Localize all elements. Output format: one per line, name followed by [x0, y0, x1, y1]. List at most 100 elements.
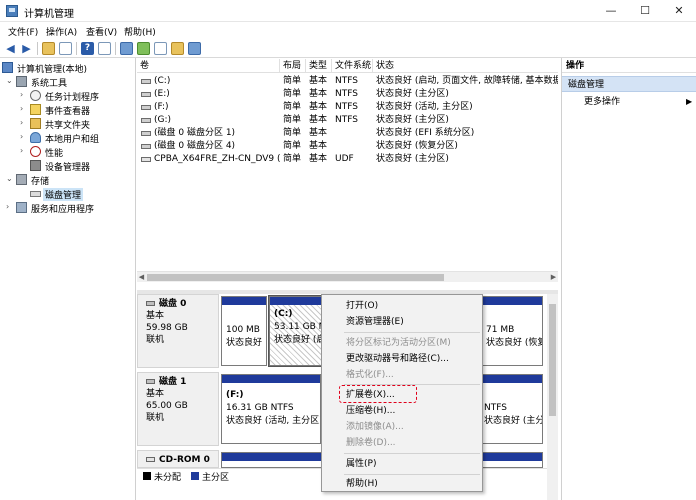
table-row[interactable]: (E:) 简单 基本 NTFS 状态良好 (主分区) [137, 88, 558, 101]
volume-icon [141, 79, 151, 84]
tree-item-root[interactable]: 计算机管理(本地) [2, 61, 136, 75]
expand-chevron-icon[interactable]: › [20, 146, 28, 155]
volume-fs: NTFS [335, 89, 358, 99]
volume-type: 基本 [309, 115, 328, 125]
close-button[interactable]: ✕ [662, 0, 696, 22]
volume-layout: 简单 [283, 141, 302, 151]
collapse-chevron-icon[interactable]: ⌄ [6, 174, 14, 183]
disk-1-label[interactable]: 磁盘 1 基本 65.00 GB 联机 [137, 372, 219, 446]
menu-item-add-mirror: 添加镜像(A)... [346, 422, 404, 432]
cd-rom-label[interactable]: CD-ROM 0 [137, 450, 219, 468]
connect-icon[interactable] [120, 42, 133, 55]
open-folder-icon[interactable] [171, 42, 184, 55]
tree-item-label: 本地用户和组 [45, 135, 100, 145]
column-layout[interactable]: 布局 [280, 59, 306, 73]
column-volume[interactable]: 卷 [137, 59, 280, 73]
volume-type: 基本 [309, 102, 328, 112]
show-tree-icon[interactable] [59, 42, 72, 55]
menu-item-help[interactable]: 帮助(H) [322, 476, 482, 492]
column-filesystem[interactable]: 文件系统 [332, 59, 373, 73]
minimize-button[interactable]: — [594, 0, 628, 22]
partition-size: 100 MB [226, 325, 260, 335]
title-bar: 计算机管理 — ☐ ✕ [0, 0, 696, 22]
expand-chevron-icon[interactable]: › [6, 202, 14, 211]
scroll-thumb[interactable] [549, 304, 556, 416]
scroll-left-icon[interactable]: ◀ [137, 272, 146, 283]
tree-item-device-manager[interactable]: 设备管理器 [20, 159, 136, 173]
properties-icon[interactable] [98, 42, 111, 55]
table-row[interactable]: (F:) 简单 基本 NTFS 状态良好 (活动, 主分区) [137, 101, 558, 114]
collapse-chevron-icon[interactable]: ⌄ [6, 76, 14, 85]
actions-header: 操作 [562, 59, 696, 73]
disk-size: 59.98 GB [146, 323, 188, 333]
expand-chevron-icon[interactable]: › [20, 118, 28, 127]
partition-status: 状态良好 (活动, 主分区) [226, 416, 321, 426]
submenu-arrow-icon[interactable]: ▶ [686, 95, 692, 109]
help-icon[interactable]: ? [81, 42, 94, 55]
tree-item-shared-folders[interactable]: › 共享文件夹 [20, 117, 136, 131]
column-status[interactable]: 状态 [373, 59, 558, 73]
back-arrow-icon[interactable]: ◀ [4, 42, 17, 55]
document-icon[interactable] [154, 42, 167, 55]
tree-item-label: 事件查看器 [45, 107, 91, 117]
primary-partition-bar [482, 297, 542, 305]
volume-type: 基本 [309, 154, 328, 164]
storage-icon [16, 174, 27, 185]
menu-action[interactable]: 操作(A) [46, 25, 77, 38]
unallocated-swatch [143, 472, 151, 480]
actions-section-disk-management[interactable]: 磁盘管理 [562, 76, 696, 92]
partition-size: 71 MB [486, 325, 515, 335]
scroll-thumb[interactable] [147, 274, 444, 281]
menu-item-change-letter[interactable]: 更改驱动器号和路径(C)... [322, 351, 482, 367]
partition-efi[interactable]: 100 MB 状态良好 [221, 296, 267, 366]
menu-item-shrink[interactable]: 压缩卷(H)... [322, 403, 482, 419]
menu-help[interactable]: 帮助(H) [124, 25, 156, 38]
expand-chevron-icon[interactable]: › [20, 104, 28, 113]
expand-chevron-icon[interactable]: › [20, 90, 28, 99]
up-folder-icon[interactable] [42, 42, 55, 55]
partition-label: (C:) [274, 309, 293, 319]
tree-item-task-scheduler[interactable]: › 任务计划程序 [20, 89, 136, 103]
more-actions-link[interactable]: 更多操作 [584, 95, 620, 109]
volume-fs: UDF [335, 154, 354, 164]
table-row[interactable]: (G:) 简单 基本 NTFS 状态良好 (主分区) [137, 114, 558, 127]
menu-item-format: 格式化(F)... [346, 370, 394, 380]
vertical-scrollbar[interactable] [547, 294, 558, 500]
horizontal-scrollbar[interactable]: ◀ ▶ [137, 271, 558, 282]
menu-item-explore[interactable]: 资源管理器(E) [322, 314, 482, 330]
partition-g[interactable]: NTFS 状态良好 (主分区) [479, 374, 543, 444]
tree-item-event-viewer[interactable]: › 事件查看器 [20, 103, 136, 117]
expand-chevron-icon[interactable]: › [20, 132, 28, 141]
volume-type: 基本 [309, 128, 328, 138]
scroll-right-icon[interactable]: ▶ [549, 272, 558, 283]
tree-item-storage[interactable]: ⌄ 存储 [6, 173, 136, 187]
menu-item-open[interactable]: 打开(O) [322, 298, 482, 314]
maximize-button[interactable]: ☐ [628, 0, 662, 22]
primary-partition-bar [480, 375, 542, 383]
partition-c[interactable]: (C:) 53.11 GB N 状态良好 (启 [268, 295, 324, 367]
disk-0-label[interactable]: 磁盘 0 基本 59.98 GB 联机 [137, 294, 219, 368]
tree-item-system-tools[interactable]: ⌄ 系统工具 [6, 75, 136, 89]
users-icon [30, 132, 41, 143]
table-row[interactable]: CPBA_X64FRE_ZH-CN_DV9 (D:) 简单 基本 UDF 状态良… [137, 153, 558, 166]
tree-item-performance[interactable]: › 性能 [20, 145, 136, 159]
tree-item-services-apps[interactable]: › 服务和应用程序 [6, 201, 136, 215]
menu-item-properties[interactable]: 属性(P) [322, 456, 482, 472]
menu-view[interactable]: 查看(V) [86, 25, 117, 38]
table-row[interactable]: (磁盘 0 磁盘分区 1) 简单 基本 状态良好 (EFI 系统分区) [137, 127, 558, 140]
volume-layout: 简单 [283, 128, 302, 138]
volume-name: (E:) [154, 89, 170, 99]
tree-item-disk-management[interactable]: 磁盘管理 [20, 187, 136, 201]
menu-file[interactable]: 文件(F) [8, 25, 38, 38]
forward-arrow-icon[interactable]: ▶ [20, 42, 33, 55]
check-icon[interactable] [137, 42, 150, 55]
column-type[interactable]: 类型 [306, 59, 332, 73]
tree-item-local-users[interactable]: › 本地用户和组 [20, 131, 136, 145]
partition-f[interactable]: (F:) 16.31 GB NTFS 状态良好 (活动, 主分区) [221, 374, 321, 444]
partition-recovery[interactable]: 71 MB 状态良好 (恢复 [481, 296, 543, 366]
disk-view-icon[interactable] [188, 42, 201, 55]
table-row[interactable]: (C:) 简单 基本 NTFS 状态良好 (启动, 页面文件, 故障转储, 基本… [137, 75, 558, 88]
disk-state: 联机 [146, 335, 165, 345]
table-row[interactable]: (磁盘 0 磁盘分区 4) 简单 基本 状态良好 (恢复分区) [137, 140, 558, 153]
menu-item-delete: 删除卷(D)... [346, 438, 396, 448]
